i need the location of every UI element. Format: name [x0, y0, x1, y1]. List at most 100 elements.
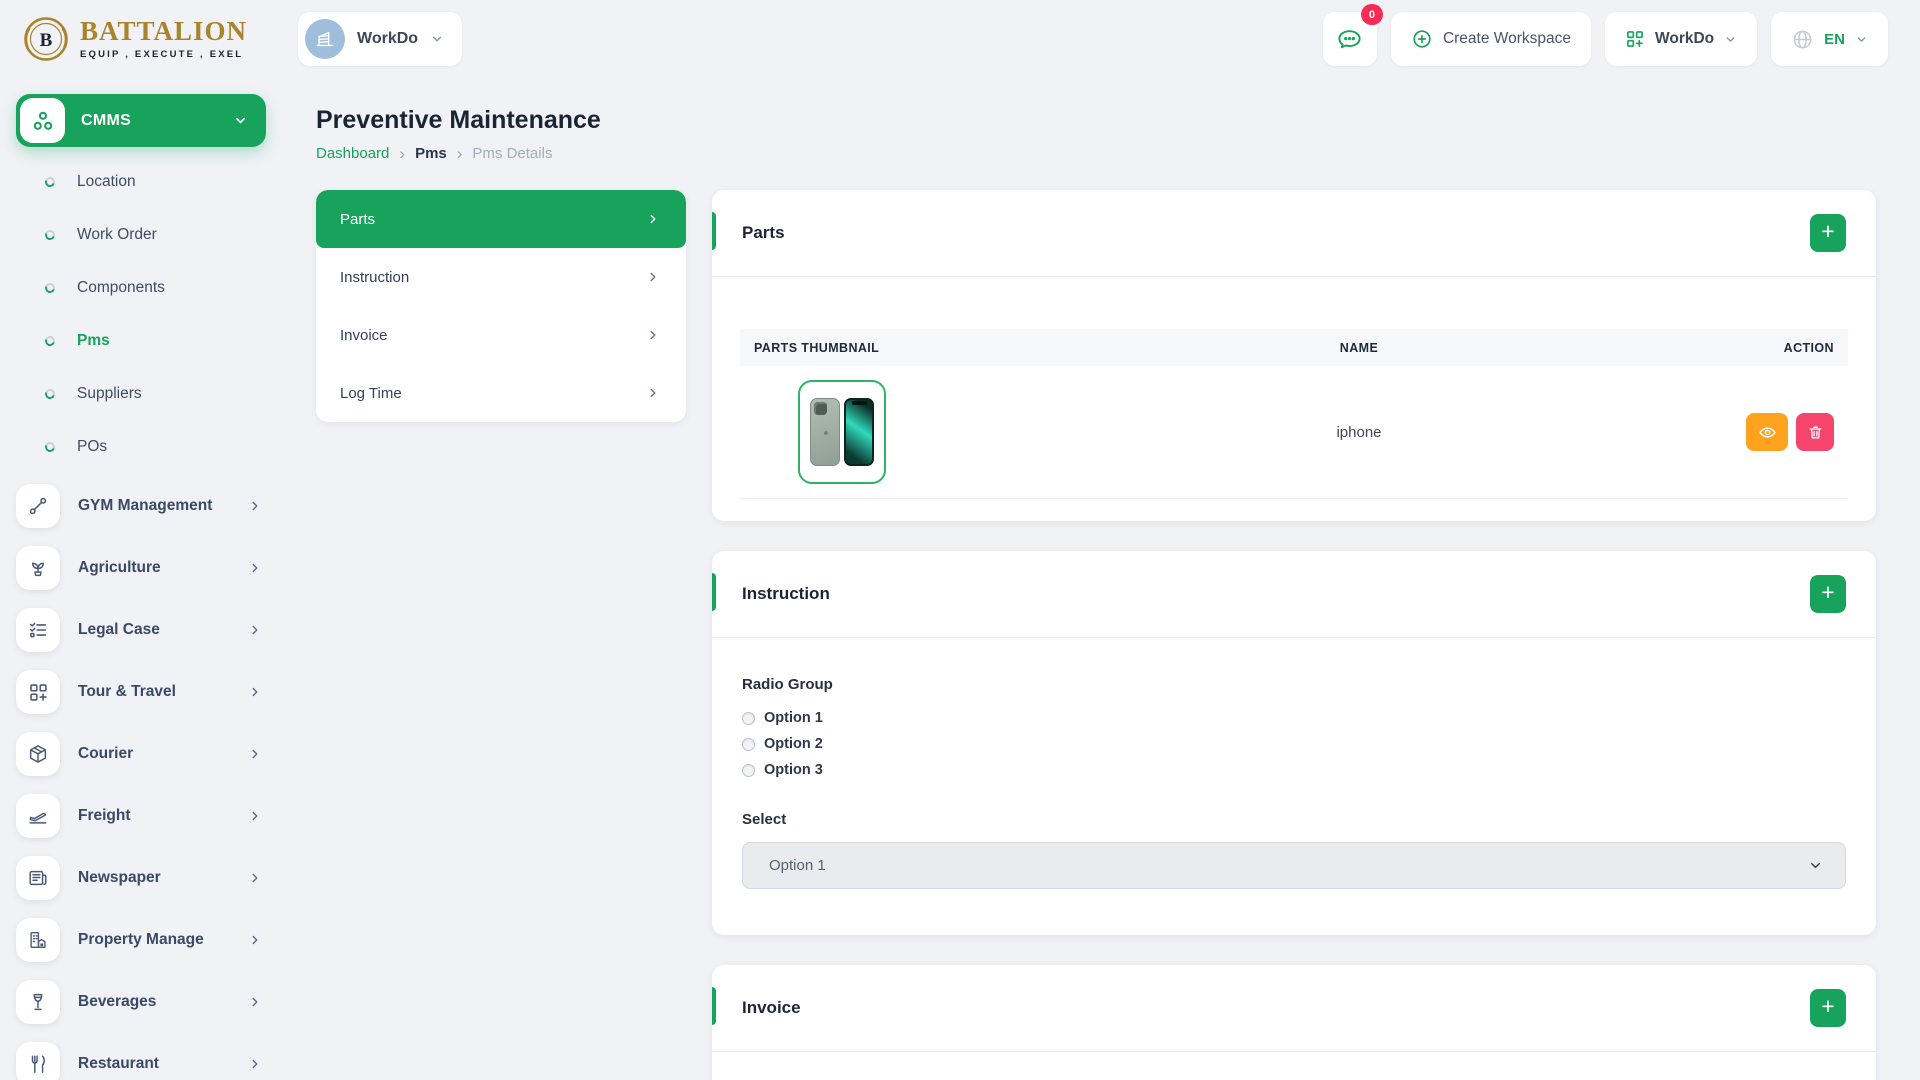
create-workspace-button[interactable]: Create Workspace [1391, 12, 1591, 66]
radio-icon[interactable] [742, 712, 755, 725]
sidebar-item-label: Work Order [77, 226, 157, 244]
sidebar-item-components[interactable]: Components [16, 261, 290, 314]
globe-icon [1791, 28, 1814, 51]
sidebar-item-gym-management[interactable]: GYM Management [16, 475, 268, 537]
tab-log-time[interactable]: Log Time [316, 364, 686, 422]
part-name: iphone [1054, 424, 1664, 441]
trash-icon [1807, 424, 1824, 441]
sidebar-item-courier[interactable]: Courier [16, 723, 268, 785]
radio-option-2[interactable]: Option 2 [742, 731, 1846, 757]
parts-card-header: Parts + [712, 190, 1876, 276]
card-accent-bar [712, 212, 716, 250]
select-label: Select [742, 811, 1846, 828]
invoice-card: Invoice + [712, 965, 1876, 1080]
tab-label: Invoice [340, 327, 388, 344]
language-selector[interactable]: EN [1771, 12, 1888, 66]
brand-logo: B BATTALION EQUIP , EXECUTE , EXEL [22, 15, 298, 63]
eye-icon [1758, 423, 1777, 442]
language-code: EN [1824, 31, 1845, 48]
radio-icon[interactable] [742, 738, 755, 751]
instruction-card-title: Instruction [742, 584, 830, 604]
thumbnail-cell [754, 380, 1054, 484]
chevron-right-icon [248, 623, 262, 637]
select-dropdown[interactable]: Option 1 [742, 842, 1846, 889]
workspace-switcher[interactable]: WorkDo [298, 12, 462, 66]
sidebar-item-label: Tour & Travel [78, 683, 248, 701]
topbar: B BATTALION EQUIP , EXECUTE , EXEL WorkD… [0, 0, 1920, 78]
building-icon [16, 918, 60, 962]
sidebar-item-suppliers[interactable]: Suppliers [16, 367, 290, 420]
sidebar-item-property-manage[interactable]: Property Manage [16, 909, 268, 971]
add-instruction-button[interactable]: + [1810, 575, 1846, 613]
plus-circle-icon [1411, 28, 1433, 50]
workdo-menu-label: WorkDo [1655, 30, 1714, 48]
sidebar-item-label: Pms [77, 332, 110, 350]
tab-instruction[interactable]: Instruction [316, 248, 686, 306]
add-part-button[interactable]: + [1810, 214, 1846, 252]
chat-bubble-icon [1336, 26, 1363, 53]
sidebar-sub-menu: Location Work Order Components Pms Suppl… [16, 155, 290, 473]
phone-logo-dot [824, 431, 828, 435]
sidebar-item-beverages[interactable]: Beverages [16, 971, 268, 1033]
radio-option-label: Option 3 [764, 762, 823, 778]
sidebar-item-work-order[interactable]: Work Order [16, 208, 290, 261]
sidebar-item-label: Beverages [78, 993, 248, 1011]
radio-option-1[interactable]: Option 1 [742, 705, 1846, 731]
chevron-right-icon [646, 212, 660, 226]
page-title: Preventive Maintenance [316, 106, 1876, 135]
breadcrumb-separator: › [399, 145, 405, 162]
workdo-menu-button[interactable]: WorkDo [1605, 12, 1757, 66]
newspaper-icon [16, 856, 60, 900]
column-header-thumbnail: PARTS THUMBNAIL [754, 341, 1054, 355]
plane-icon [16, 794, 60, 838]
chevron-down-icon [1724, 33, 1737, 46]
sidebar-item-pos[interactable]: POs [16, 420, 290, 473]
plant-icon [16, 546, 60, 590]
chevron-right-icon [248, 809, 262, 823]
brand-emblem-icon: B [22, 15, 70, 63]
detail-tabs: Parts Instruction Invoice Log Time [316, 190, 686, 422]
sidebar-item-label: Suppliers [77, 385, 142, 403]
part-thumbnail[interactable] [798, 380, 886, 484]
brand-name: BATTALION [80, 18, 247, 45]
sidebar-item-tour-travel[interactable]: Tour & Travel [16, 661, 268, 723]
breadcrumb: Dashboard › Pms › Pms Details [316, 145, 1876, 162]
tab-invoice[interactable]: Invoice [316, 306, 686, 364]
sidebar-item-newspaper[interactable]: Newspaper [16, 847, 268, 909]
select-value: Option 1 [769, 857, 826, 874]
sidebar-item-restaurant[interactable]: Restaurant [16, 1033, 268, 1080]
sidebar-item-freight[interactable]: Freight [16, 785, 268, 847]
chevron-right-icon [248, 747, 262, 761]
radio-icon[interactable] [742, 764, 755, 777]
breadcrumb-dashboard[interactable]: Dashboard [316, 145, 389, 162]
delete-part-button[interactable] [1796, 413, 1834, 451]
bullet-icon [43, 175, 56, 188]
sidebar-item-label: Legal Case [78, 621, 248, 639]
brand-tagline: EQUIP , EXECUTE , EXEL [80, 49, 247, 60]
view-part-button[interactable] [1746, 413, 1788, 451]
chevron-down-icon [430, 32, 444, 46]
add-invoice-button[interactable]: + [1810, 989, 1846, 1027]
sidebar-item-legal-case[interactable]: Legal Case [16, 599, 268, 661]
chevron-right-icon [248, 685, 262, 699]
workspace-avatar [305, 19, 345, 59]
sidebar-item-agriculture[interactable]: Agriculture [16, 537, 268, 599]
sidebar-item-label: POs [77, 438, 107, 456]
utensils-icon [16, 1042, 60, 1080]
breadcrumb-current: Pms Details [472, 145, 552, 162]
sidebar-item-pms[interactable]: Pms [16, 314, 290, 367]
card-accent-bar [712, 987, 716, 1025]
card-accent-bar [712, 573, 716, 611]
messages-button[interactable]: 0 [1323, 12, 1377, 66]
svg-text:B: B [40, 30, 53, 51]
tab-parts[interactable]: Parts [316, 190, 686, 248]
chevron-right-icon [646, 386, 660, 400]
sidebar-module-cmms[interactable]: CMMS [16, 94, 266, 147]
phone-camera [814, 402, 827, 415]
sidebar-item-location[interactable]: Location [16, 155, 290, 208]
topbar-actions: 0 Create Workspace WorkDo EN [1323, 12, 1888, 66]
parts-table-header: PARTS THUMBNAIL NAME ACTION [740, 329, 1848, 366]
phone-back-image [810, 398, 840, 466]
radio-option-3[interactable]: Option 3 [742, 757, 1846, 783]
breadcrumb-pms[interactable]: Pms [415, 145, 447, 162]
